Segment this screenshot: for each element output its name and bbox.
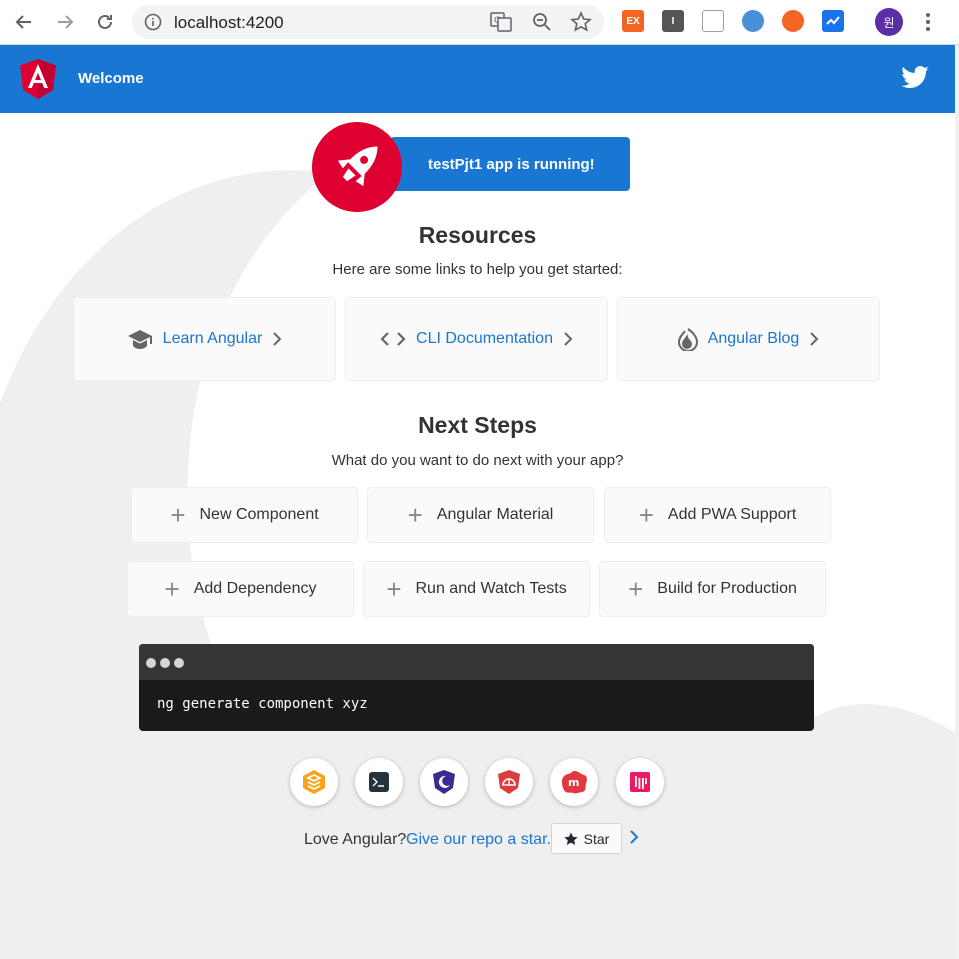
ex-extension-icon[interactable]: EX [622, 10, 644, 32]
memo-extension-icon[interactable] [702, 10, 724, 32]
resources-subtitle: Here are some links to help you get star… [332, 261, 623, 278]
twitter-icon[interactable] [900, 63, 930, 93]
next-steps-heading: Next Steps [418, 412, 537, 438]
moon-shield-icon [433, 770, 455, 794]
build-for-production-label: Build for Production [657, 580, 797, 597]
new-component-button[interactable]: + New Component [131, 487, 358, 543]
back-button[interactable] [11, 9, 37, 35]
profile-avatar[interactable]: 원 [875, 8, 903, 36]
running-text: testPjt1 app is running! [428, 156, 595, 173]
meetup-icon: m [562, 771, 587, 794]
angular-shield-icon [498, 770, 520, 794]
scrollbar[interactable] [955, 45, 959, 959]
address-bar[interactable]: localhost:4200 G [132, 5, 604, 39]
reload-icon [98, 14, 112, 29]
footer: Love Angular? Give our repo a star. Star [0, 823, 955, 857]
cli-documentation-card[interactable]: CLI Documentation [345, 297, 608, 381]
star-icon [564, 832, 578, 845]
browser-menu-button[interactable] [918, 9, 938, 35]
protractor-link[interactable] [485, 758, 533, 806]
blue-circle-extension-icon[interactable] [742, 10, 764, 32]
plus-icon: + [407, 500, 423, 530]
run-and-watch-tests-label: Run and Watch Tests [415, 580, 567, 597]
gitter-icon [630, 772, 650, 792]
plus-icon: + [386, 574, 402, 604]
angular-material-label: Angular Material [436, 506, 554, 523]
angular-logo-icon [20, 59, 56, 99]
terminal-command[interactable]: ng generate component xyz [157, 696, 368, 712]
flame-icon [677, 328, 698, 351]
meetup-link[interactable]: m [550, 758, 598, 806]
animations-link[interactable] [290, 758, 338, 806]
graduation-cap-icon [127, 330, 152, 349]
svg-text:m: m [568, 776, 579, 789]
star-label: Star [583, 830, 610, 847]
chevron-right-icon [273, 332, 282, 346]
build-for-production-button[interactable]: + Build for Production [599, 561, 826, 617]
back-arrow-icon [15, 15, 31, 29]
chevron-right-icon [810, 332, 819, 346]
plus-icon: + [164, 574, 180, 604]
add-dependency-button[interactable]: + Add Dependency [127, 561, 354, 617]
zoom-icon[interactable] [532, 12, 552, 32]
welcome-title: Welcome [78, 70, 144, 87]
chevron-right-icon [564, 332, 573, 346]
add-pwa-support-button[interactable]: + Add PWA Support [604, 487, 831, 543]
reload-button[interactable] [92, 9, 118, 35]
bookmark-star-icon[interactable] [570, 11, 592, 33]
augury-link[interactable] [420, 758, 468, 806]
plus-icon: + [628, 574, 644, 604]
run-and-watch-tests-button[interactable]: + Run and Watch Tests [363, 561, 590, 617]
forward-button[interactable] [52, 9, 78, 35]
cli-link[interactable] [355, 758, 403, 806]
stack-icon [303, 770, 325, 794]
love-angular-text: Love Angular? [304, 831, 407, 848]
forward-arrow-icon [58, 15, 74, 29]
check-extension-icon[interactable] [822, 10, 844, 32]
url-text: localhost:4200 [174, 13, 284, 32]
reader-extension-icon[interactable]: I [662, 10, 684, 32]
learn-angular-label: Learn Angular [162, 330, 263, 347]
learn-angular-card[interactable]: Learn Angular [73, 297, 336, 381]
translate-icon[interactable]: G [490, 12, 512, 32]
angular-blog-label: Angular Blog [707, 330, 800, 347]
chart-check-icon [826, 16, 840, 25]
browser-toolbar: localhost:4200 G EX I 원 [0, 0, 959, 45]
terminal-titlebar [139, 644, 814, 680]
gitter-link[interactable] [616, 758, 664, 806]
angular-material-button[interactable]: + Angular Material [367, 487, 594, 543]
running-banner: testPjt1 app is running! [390, 137, 630, 191]
rocket-badge [312, 122, 402, 212]
add-dependency-label: Add Dependency [193, 580, 317, 597]
info-icon[interactable] [144, 13, 162, 31]
cli-documentation-label: CLI Documentation [416, 330, 553, 347]
terminal-box: ng generate component xyz [139, 644, 814, 731]
terminal-dot [174, 658, 184, 668]
plus-icon: + [170, 500, 186, 530]
github-star-button[interactable]: Star [551, 823, 622, 854]
angular-blog-card[interactable]: Angular Blog [617, 297, 880, 381]
add-pwa-support-label: Add PWA Support [667, 506, 797, 523]
plus-icon: + [638, 500, 654, 530]
next-steps-subtitle: What do you want to do next with your ap… [331, 452, 624, 469]
terminal-dot [146, 658, 156, 668]
main-content: testPjt1 app is running! Resources Here … [0, 113, 955, 959]
new-component-label: New Component [199, 506, 319, 523]
resources-heading: Resources [418, 222, 537, 248]
code-icon [380, 332, 406, 346]
orange-extension-icon[interactable] [782, 10, 804, 32]
rocket-icon [337, 146, 378, 187]
terminal-icon [369, 772, 389, 792]
chevron-right-icon[interactable] [628, 829, 640, 845]
app-toolbar: Welcome [0, 45, 955, 113]
give-star-link[interactable]: Give our repo a star. [406, 831, 551, 849]
terminal-dot [160, 658, 170, 668]
